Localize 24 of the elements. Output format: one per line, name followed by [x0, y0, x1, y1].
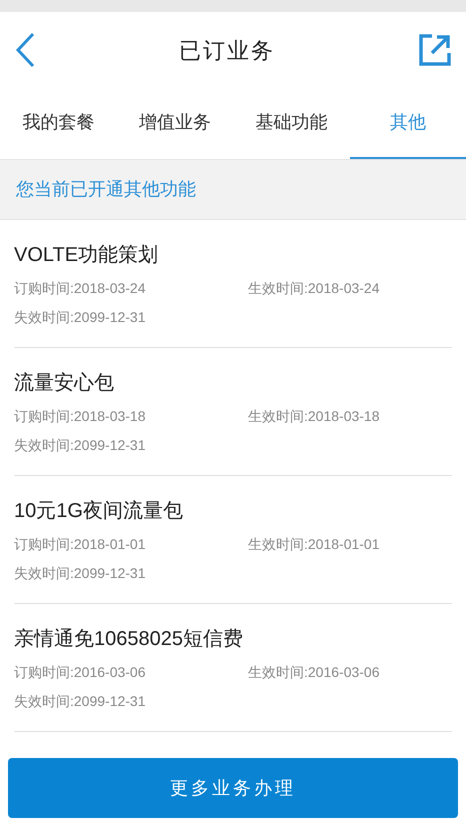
order-date: 订购时间:2018-03-18 — [14, 406, 147, 426]
order-date: 订购时间:2016-03-06 — [14, 662, 147, 682]
more-services-button[interactable]: 更多业务办理 — [8, 758, 458, 818]
effective-date: 生效时间:2018-03-18 — [248, 406, 380, 426]
back-icon[interactable] — [14, 32, 36, 68]
share-icon[interactable] — [418, 33, 452, 67]
service-name: 亲情通免10658025短信费 — [14, 626, 244, 652]
effective-date: 生效时间:2018-03-24 — [248, 278, 380, 298]
order-date: 订购时间:2018-01-01 — [14, 534, 147, 554]
page-title: 已订业务 — [179, 36, 275, 64]
tab[interactable]: 增值业务 — [116, 88, 233, 159]
expiry-date: 失效时间:2099-12-31 — [14, 436, 147, 454]
expiry-date: 失效时间:2099-12-31 — [14, 308, 147, 326]
expiry-date: 失效时间:2099-12-31 — [14, 564, 147, 582]
service-name: 流量安心包 — [14, 370, 115, 396]
service-name: VOLTE功能策划 — [14, 242, 160, 268]
service-name: 10元1G夜间流量包 — [14, 498, 184, 524]
tab[interactable]: 基础功能 — [233, 88, 350, 159]
tab[interactable]: 我的套餐 — [0, 88, 116, 159]
expiry-date: 失效时间:2099-12-31 — [14, 692, 147, 710]
section-header: 您当前已开通其他功能 — [0, 160, 466, 220]
effective-date: 生效时间:2016-03-06 — [248, 662, 380, 682]
order-date: 订购时间:2018-03-24 — [14, 278, 147, 298]
effective-date: 生效时间:2018-01-01 — [248, 534, 380, 554]
